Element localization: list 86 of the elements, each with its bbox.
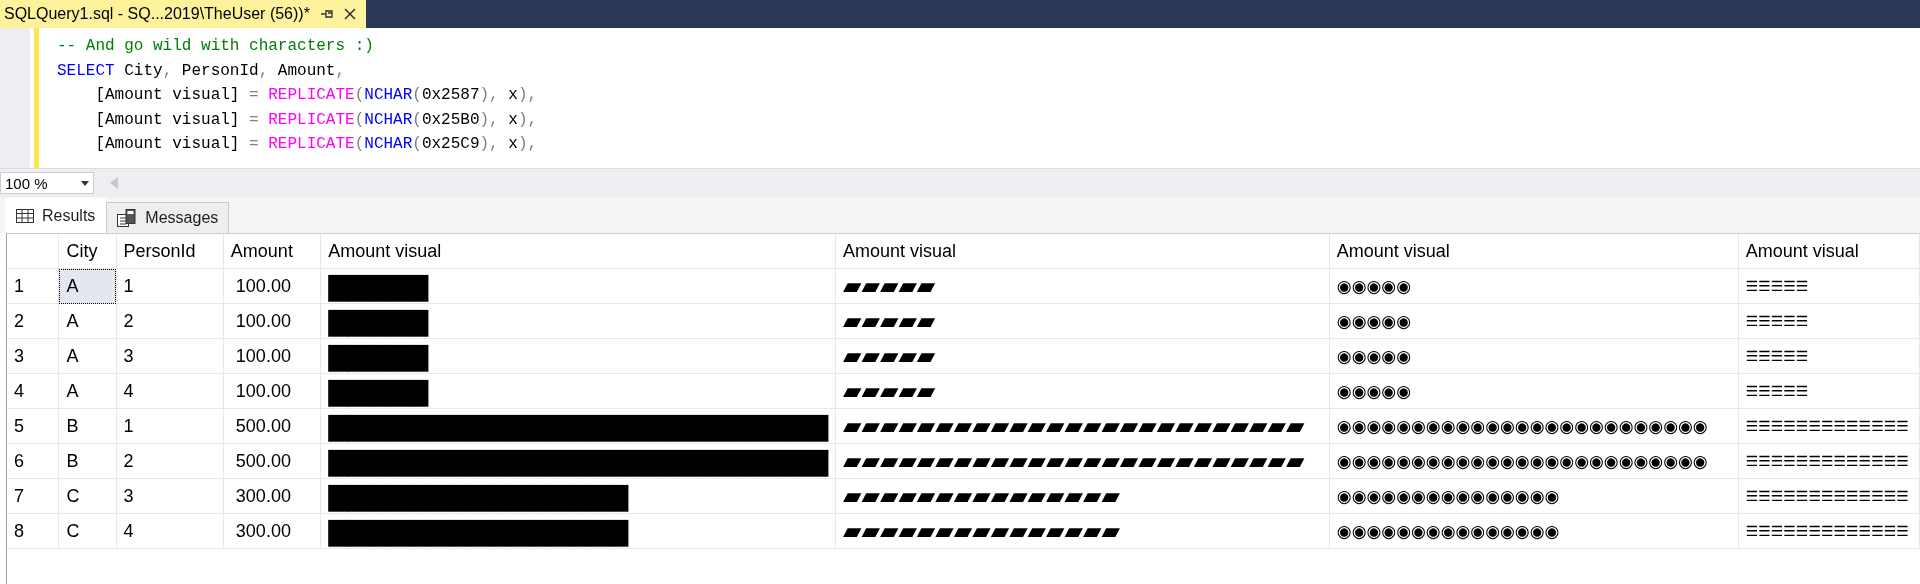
table-cell: ☰☰☰☰☰☰☰☰☰☰☰☰☰ [1738, 408, 1920, 444]
code-line: [Amount visual] = REPLICATE(NCHAR(0x25C9), x), [94, 134, 538, 155]
table-cell: ▇▇▇▇▇ [320, 373, 836, 409]
table-cell: 4 [116, 513, 224, 549]
table-cell: ▇▇▇▇▇▇▇▇▇▇▇▇▇▇▇ [320, 513, 836, 549]
table-cell: 100.00 [223, 373, 321, 409]
table-cell: ▰▰▰▰▰ [835, 338, 1330, 374]
table-cell: ☰☰☰☰☰ [1738, 303, 1920, 339]
table-cell: 100.00 [223, 303, 321, 339]
table-cell: C [58, 513, 117, 549]
caret-icon[interactable] [81, 180, 89, 186]
table-cell: 4 [116, 373, 224, 409]
table-cell: ▇▇▇▇▇ [320, 303, 836, 339]
table-cell: 1 [116, 408, 224, 444]
table-cell: ▰▰▰▰▰▰▰▰▰▰▰▰▰▰▰ [835, 478, 1330, 514]
table-cell: B [58, 443, 117, 479]
row-number[interactable]: 7 [7, 478, 59, 514]
column-header[interactable]: Amount visual [1329, 234, 1739, 269]
table-cell: ◉◉◉◉◉◉◉◉◉◉◉◉◉◉◉◉◉◉◉◉◉◉◉◉◉ [1329, 443, 1739, 479]
document-icon [117, 209, 138, 227]
table-cell: A [58, 303, 117, 339]
close-icon[interactable] [343, 8, 356, 20]
table-cell: ◉◉◉◉◉◉◉◉◉◉◉◉◉◉◉◉◉◉◉◉◉◉◉◉◉ [1329, 408, 1739, 444]
table-cell: ▰▰▰▰▰▰▰▰▰▰▰▰▰▰▰ [835, 513, 1330, 549]
code-line: [Amount visual] = REPLICATE(NCHAR(0x2587), x), [94, 85, 538, 106]
row-number[interactable]: 2 [7, 303, 59, 339]
table-cell: 500.00 [223, 408, 321, 444]
column-header[interactable]: Amount [223, 234, 321, 269]
row-number[interactable]: 6 [7, 443, 59, 479]
table-cell: ☰☰☰☰☰☰☰☰☰☰☰☰☰ [1738, 443, 1920, 479]
row-number[interactable]: 4 [7, 373, 59, 409]
row-number[interactable]: 8 [7, 513, 59, 549]
column-header[interactable]: Amount visual [1738, 234, 1920, 269]
table-cell: ◉◉◉◉◉ [1329, 303, 1739, 339]
table-cell: A [58, 373, 117, 409]
pin-icon[interactable] [319, 8, 334, 20]
result-tab[interactable]: Results [5, 198, 107, 233]
table-cell: 2 [116, 303, 224, 339]
grid-icon [16, 209, 34, 223]
table-cell: ▇▇▇▇▇▇▇▇▇▇▇▇▇▇▇ [320, 478, 836, 514]
table-cell: 1 [116, 268, 224, 304]
column-header[interactable]: PersonId [116, 234, 224, 269]
table-cell: 2 [116, 443, 224, 479]
table-cell: ☰☰☰☰☰ [1738, 338, 1920, 374]
column-header[interactable]: Amount visual [835, 234, 1330, 269]
table-cell: 100.00 [223, 338, 321, 374]
table-cell: ☰☰☰☰☰☰☰☰☰☰☰☰☰ [1738, 478, 1920, 514]
table-cell: ◉◉◉◉◉ [1329, 338, 1739, 374]
table-cell: ▰▰▰▰▰ [835, 373, 1330, 409]
table-cell: ◉◉◉◉◉ [1329, 373, 1739, 409]
table-cell: ▰▰▰▰▰ [835, 303, 1330, 339]
table-cell: 3 [116, 338, 224, 374]
table-cell: 300.00 [223, 478, 321, 514]
row-number[interactable]: 5 [7, 408, 59, 444]
column-header[interactable]: Amount visual [320, 234, 836, 269]
table-cell: B [58, 408, 117, 444]
table-cell: 100.00 [223, 268, 321, 304]
table-cell: ◉◉◉◉◉◉◉◉◉◉◉◉◉◉◉ [1329, 478, 1739, 514]
table-cell: ▰▰▰▰▰▰▰▰▰▰▰▰▰▰▰▰▰▰▰▰▰▰▰▰▰ [835, 408, 1330, 444]
table-cell: ▰▰▰▰▰▰▰▰▰▰▰▰▰▰▰▰▰▰▰▰▰▰▰▰▰ [835, 443, 1330, 479]
table-cell: C [58, 478, 117, 514]
code-line: [Amount visual] = REPLICATE(NCHAR(0x25B0), x), [94, 109, 538, 131]
table-cell: ☰☰☰☰☰ [1738, 268, 1920, 304]
zoom-dropdown[interactable]: 100 % [0, 172, 94, 194]
table-cell: ▇▇▇▇▇▇▇▇▇▇▇▇▇▇▇▇▇▇▇▇▇▇▇▇▇ [320, 443, 836, 479]
table-cell: ▇▇▇▇▇ [320, 268, 836, 304]
code-line: -- And go wild with characters :) [57, 36, 375, 57]
table-cell: ▰▰▰▰▰ [835, 268, 1330, 304]
column-header[interactable]: City [58, 234, 117, 269]
table-cell: ▇▇▇▇▇▇▇▇▇▇▇▇▇▇▇▇▇▇▇▇▇▇▇▇▇ [320, 408, 836, 444]
table-cell: ◉◉◉◉◉◉◉◉◉◉◉◉◉◉◉ [1329, 513, 1739, 549]
table-cell: ◉◉◉◉◉ [1329, 268, 1739, 304]
table-cell: 500.00 [223, 443, 321, 479]
table-cell: 3 [116, 478, 224, 514]
table-cell: A [58, 338, 117, 374]
table-cell: ☰☰☰☰☰☰☰☰☰☰☰☰☰ [1738, 513, 1920, 549]
row-number[interactable]: 1 [7, 268, 59, 304]
table-cell: ☰☰☰☰☰ [1738, 373, 1920, 409]
table-cell: ▇▇▇▇▇ [320, 338, 836, 374]
row-number[interactable]: 3 [7, 338, 59, 374]
table-cell: 300.00 [223, 513, 321, 549]
tab-title: SQLQuery1.sql - SQ...2019\TheUser (56))* [4, 5, 310, 23]
table-cell: A [58, 268, 117, 304]
editor-tab[interactable]: SQLQuery1.sql - SQ...2019\TheUser (56))* [0, 0, 366, 28]
code-line: SELECT City, PersonId, Amount, [57, 60, 347, 82]
result-tab[interactable]: Messages [106, 202, 230, 233]
